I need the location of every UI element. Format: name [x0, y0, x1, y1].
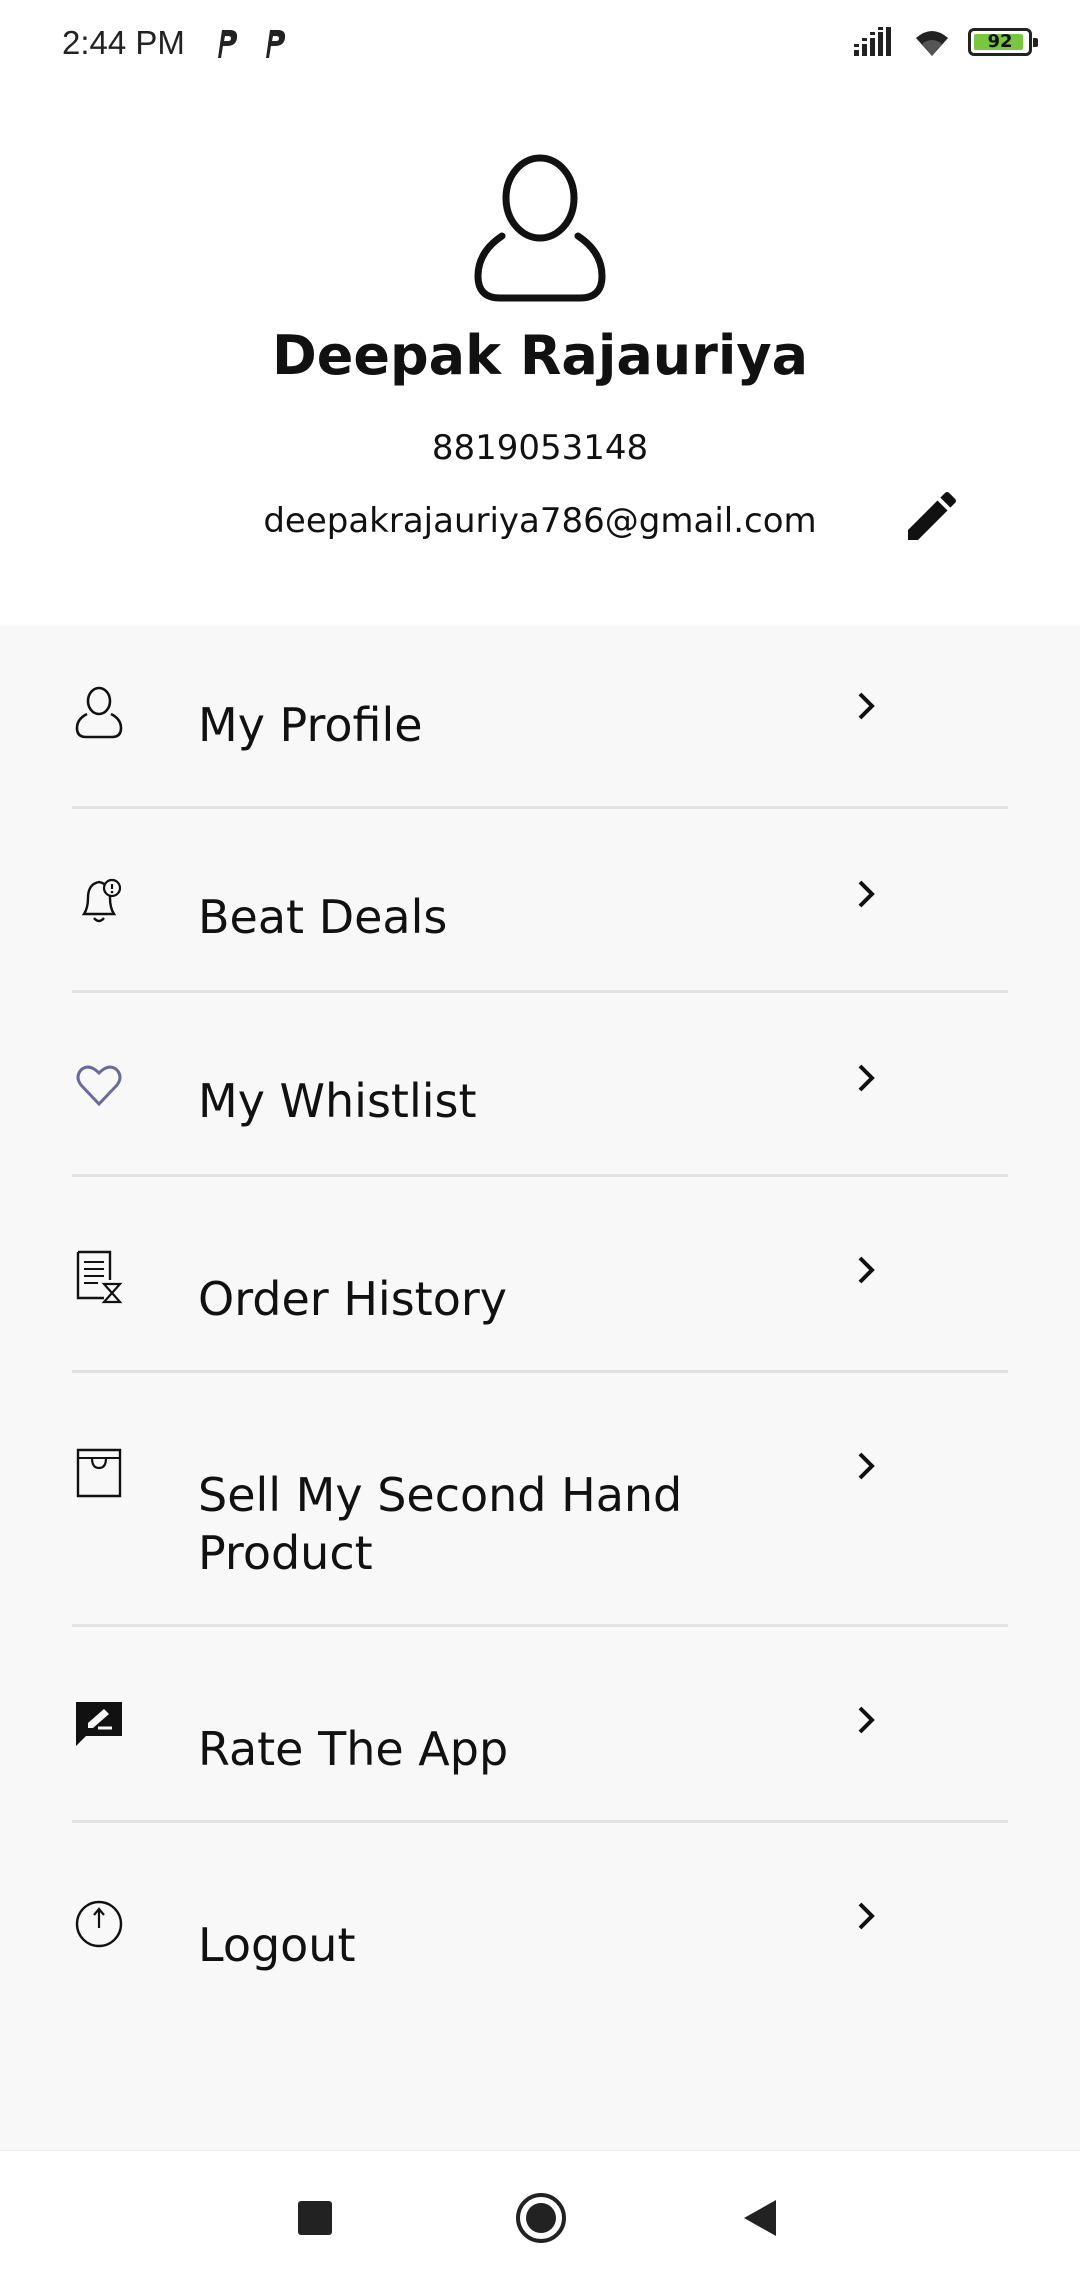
menu-item-order-history[interactable]: Order History — [0, 1250, 1080, 1360]
system-nav-bar — [0, 2150, 1080, 2281]
status-bar: 2:44 PM 92 — [0, 0, 1080, 96]
profile-name: Deepak Rajauriya — [271, 324, 809, 387]
menu-item-label: Order History — [198, 1272, 507, 1326]
user-outline-icon — [474, 154, 606, 302]
rate-review-icon — [76, 1702, 122, 1746]
recents-square-icon[interactable] — [296, 2199, 334, 2237]
menu-item-label: Rate The App — [198, 1722, 509, 1776]
parking-notification-icon — [266, 30, 286, 58]
divider — [72, 990, 1008, 993]
chevron-right-icon — [858, 1706, 875, 1734]
status-time: 2:44 PM — [62, 24, 185, 61]
parking-notification-icon — [218, 30, 238, 58]
menu-item-logout[interactable]: Logout — [0, 1896, 1080, 2006]
receipt-icon — [76, 1250, 123, 1304]
menu-item-label: Beat Deals — [198, 890, 448, 944]
menu-item-label: My Profile — [198, 698, 423, 752]
menu-item-label: Logout — [198, 1918, 356, 1972]
power-icon — [75, 1900, 123, 1948]
menu-item-rate-the-app[interactable]: Rate The App — [0, 1700, 1080, 1810]
menu-item-label: Sell My Second Hand Product — [198, 1468, 683, 1580]
divider — [72, 1174, 1008, 1177]
divider — [72, 806, 1008, 809]
chevron-right-icon — [858, 1902, 875, 1930]
battery-icon: 92 — [968, 28, 1038, 56]
menu-item-label: My Whistlist — [198, 1074, 477, 1128]
chevron-right-icon — [858, 1256, 875, 1284]
chevron-right-icon — [858, 880, 875, 908]
back-triangle-icon[interactable] — [740, 2197, 780, 2239]
battery-nub — [1033, 38, 1038, 47]
divider — [72, 1624, 1008, 1627]
menu-item-beat-deals[interactable]: Beat Deals — [0, 878, 1080, 980]
profile-header: Deepak Rajauriya 8819053148 deepakrajaur… — [0, 96, 1080, 626]
menu-item-my-profile[interactable]: My Profile — [0, 686, 1080, 786]
divider — [72, 1820, 1008, 1823]
signal-icon — [854, 27, 891, 56]
menu-list: My Profile Beat Deals My Whistlist Order… — [0, 626, 1080, 2150]
battery-level: 92 — [987, 31, 1013, 52]
wifi-icon — [916, 31, 948, 56]
chevron-right-icon — [858, 1452, 875, 1480]
heart-icon — [76, 1065, 122, 1107]
chevron-right-icon — [858, 1064, 875, 1092]
user-icon — [75, 686, 123, 739]
divider — [72, 1370, 1008, 1373]
home-circle-icon[interactable] — [514, 2191, 568, 2245]
menu-item-my-whistlist[interactable]: My Whistlist — [0, 1064, 1080, 1164]
profile-phone: 8819053148 — [431, 428, 649, 468]
menu-item-sell-second-hand[interactable]: Sell My Second Hand Product — [0, 1446, 1080, 1596]
pencil-icon[interactable] — [900, 484, 964, 548]
bag-icon — [76, 1448, 122, 1498]
chevron-right-icon — [858, 692, 875, 720]
bell-alert-icon — [81, 878, 122, 923]
